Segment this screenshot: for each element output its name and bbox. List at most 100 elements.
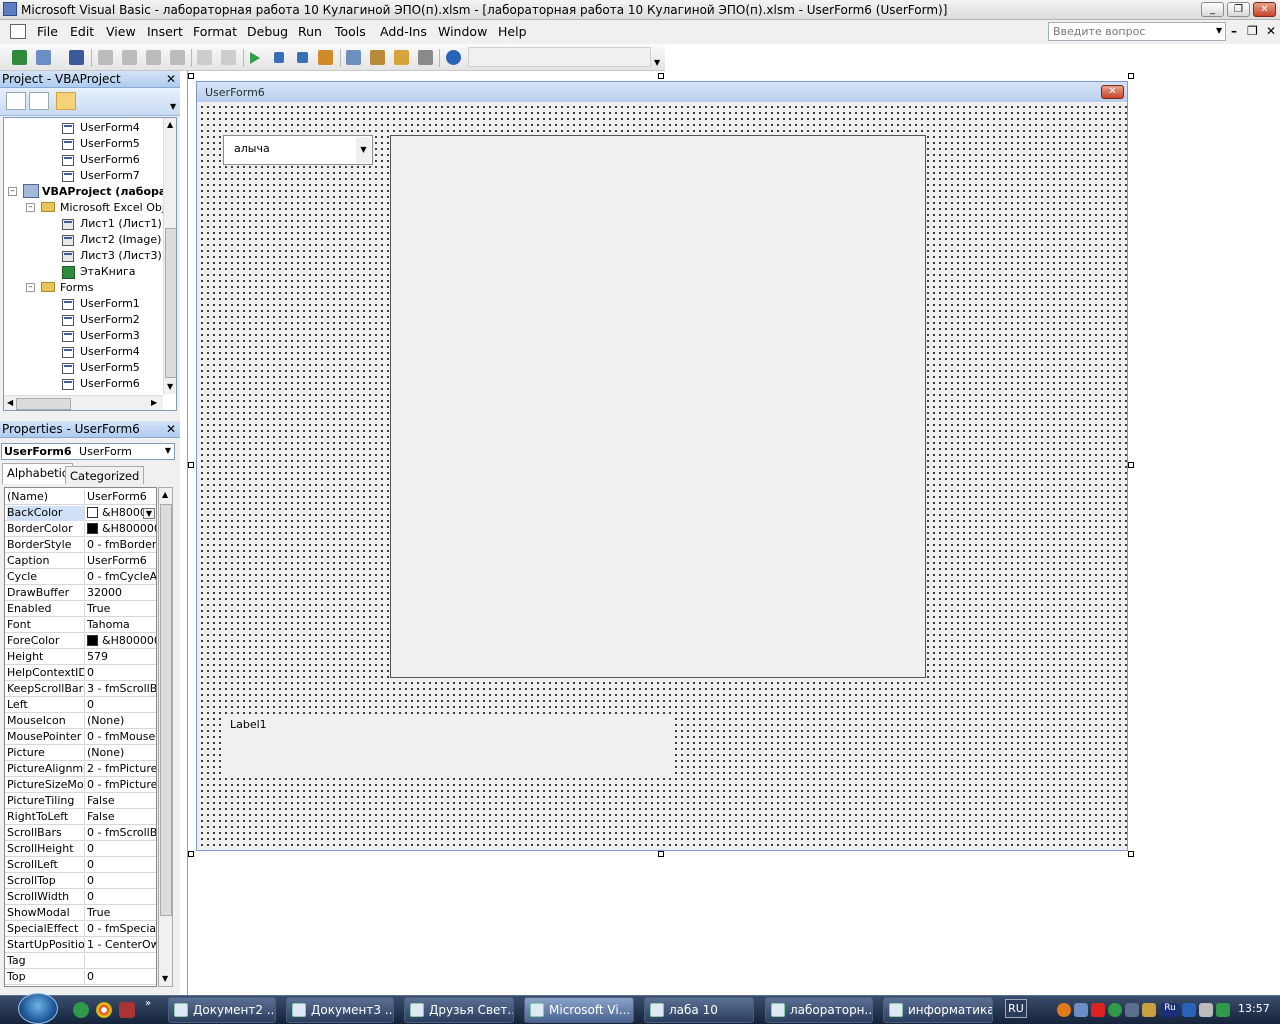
property-row[interactable]: ShowModal True xyxy=(5,905,156,921)
tray-icon[interactable] xyxy=(1074,1003,1088,1017)
taskbar-button[interactable]: Microsoft Vi... xyxy=(524,997,634,1023)
menu-debug[interactable]: Debug xyxy=(247,24,288,39)
property-row[interactable]: SpecialEffect0 - fmSpecialEf xyxy=(5,921,156,937)
property-value[interactable]: 0 xyxy=(87,858,156,873)
redo-icon[interactable] xyxy=(221,50,236,65)
toolbar-options-icon[interactable]: ▼ xyxy=(654,58,660,67)
property-row[interactable]: Tag xyxy=(5,953,156,969)
property-value[interactable]: 0 xyxy=(87,874,156,889)
start-button[interactable] xyxy=(18,993,58,1024)
property-value[interactable]: 0 - fmBorderSt xyxy=(87,538,156,553)
tree-item[interactable]: Лист2 (Image) xyxy=(80,232,161,248)
taskbar-button[interactable]: информатика xyxy=(883,997,993,1023)
combobox[interactable]: алыча ▼ xyxy=(223,135,373,165)
tree-item-folder[interactable]: Microsoft Excel Objec xyxy=(60,200,176,216)
property-row[interactable]: Height 579 xyxy=(5,649,156,665)
excel-view-icon[interactable] xyxy=(10,24,26,39)
project-panel-close-icon[interactable]: ✕ xyxy=(164,72,178,86)
property-value[interactable]: True xyxy=(87,906,156,921)
tree-horizontal-scrollbar[interactable]: ◀ ▶ xyxy=(4,395,163,410)
property-row[interactable]: BorderColor&H8000001 xyxy=(5,521,156,537)
close-button[interactable]: ✕ xyxy=(1253,2,1276,17)
property-value[interactable] xyxy=(87,954,156,969)
property-value[interactable]: 579 xyxy=(87,650,156,665)
property-value[interactable]: UserForm6 xyxy=(87,490,156,505)
scroll-right-icon[interactable]: ▶ xyxy=(151,398,157,407)
property-value[interactable]: 0 - fmPictureSi xyxy=(87,778,156,793)
tree-hscroll-thumb[interactable] xyxy=(16,398,71,410)
menu-help[interactable]: Help xyxy=(498,24,527,39)
property-value[interactable]: Tahoma xyxy=(87,618,156,633)
property-row[interactable]: (Name) UserForm6 xyxy=(5,489,156,505)
property-row[interactable]: Top 0 xyxy=(5,969,156,985)
save-icon[interactable] xyxy=(69,50,84,65)
tree-item[interactable]: UserForm5 xyxy=(80,136,140,152)
property-dropdown-icon[interactable]: ▼ xyxy=(142,508,155,519)
ask-dropdown-icon[interactable]: ▼ xyxy=(1216,26,1222,35)
mdi-minimize-icon[interactable]: – xyxy=(1231,24,1237,38)
taskbar-button[interactable]: Документ2 ... xyxy=(168,997,276,1023)
property-row[interactable]: Enabled True xyxy=(5,601,156,617)
property-value[interactable]: (None) xyxy=(87,746,156,761)
resize-handle-right[interactable] xyxy=(1128,462,1134,468)
object-select[interactable]: UserForm6 UserForm ▼ xyxy=(1,443,175,460)
tray-icon[interactable] xyxy=(1216,1003,1230,1017)
tray-icon[interactable] xyxy=(1182,1003,1196,1017)
property-row[interactable]: Caption UserForm6 xyxy=(5,553,156,569)
property-value[interactable]: 0 xyxy=(87,890,156,905)
tree-item[interactable]: Лист3 (Лист3) xyxy=(80,248,162,264)
image-control[interactable] xyxy=(390,135,926,678)
resize-handle-left[interactable] xyxy=(188,462,194,468)
tray-icon[interactable] xyxy=(1108,1003,1122,1017)
property-value[interactable]: 0 - fmMousePc xyxy=(87,730,156,745)
property-value[interactable]: 0 xyxy=(87,970,156,985)
tray-icon[interactable] xyxy=(1142,1003,1156,1017)
tree-item[interactable]: UserForm5 xyxy=(80,360,140,376)
property-row[interactable]: ScrollBars0 - fmScrollBar xyxy=(5,825,156,841)
cut-icon[interactable] xyxy=(98,50,113,65)
property-row[interactable]: DrawBuffer 32000 xyxy=(5,585,156,601)
design-mode-icon[interactable] xyxy=(318,50,333,65)
property-value[interactable]: 3 - fmScrollBar xyxy=(87,682,156,697)
tree-item[interactable]: UserForm6 xyxy=(80,376,140,392)
volume-icon[interactable] xyxy=(1199,1003,1213,1017)
property-value[interactable]: False xyxy=(87,810,156,825)
language-indicator[interactable]: RU xyxy=(1005,999,1027,1018)
resize-handle-top[interactable] xyxy=(658,73,664,79)
property-row[interactable]: BorderStyle0 - fmBorderSt xyxy=(5,537,156,553)
property-row[interactable]: PictureTiling False xyxy=(5,793,156,809)
menu-insert[interactable]: Insert xyxy=(147,24,183,39)
break-icon[interactable] xyxy=(274,52,284,63)
scroll-down-icon[interactable]: ▼ xyxy=(167,382,173,391)
tree-item-project[interactable]: VBAProject (лаборат xyxy=(42,184,173,200)
property-row[interactable]: KeepScrollBarsV3 - fmScrollBar xyxy=(5,681,156,697)
scroll-down-icon[interactable]: ▼ xyxy=(162,974,168,983)
property-value[interactable]: 0 - fmScrollBar xyxy=(87,826,156,841)
tab-alphabetic[interactable]: Alphabetic xyxy=(2,463,74,484)
userform-designer[interactable]: UserForm6 ✕ алыча ▼ Label1 xyxy=(196,81,1128,851)
scroll-left-icon[interactable]: ◀ xyxy=(7,398,13,407)
copy-icon[interactable] xyxy=(122,50,137,65)
properties-window-icon[interactable] xyxy=(370,50,385,65)
property-value[interactable]: &H8000001 xyxy=(87,634,156,649)
userform-close-icon[interactable]: ✕ xyxy=(1101,85,1124,99)
label-control[interactable]: Label1 xyxy=(224,715,674,775)
property-value[interactable]: True xyxy=(87,602,156,617)
toggle-folders-icon[interactable] xyxy=(56,92,76,110)
property-row[interactable]: ScrollLeft 0 xyxy=(5,857,156,873)
quicklaunch-icon[interactable] xyxy=(73,1002,89,1018)
tree-item[interactable]: UserForm4 xyxy=(80,344,140,360)
insert-userform-icon[interactable] xyxy=(36,50,51,65)
project-explorer-icon[interactable] xyxy=(346,50,361,65)
tray-icon[interactable] xyxy=(1091,1003,1105,1017)
taskbar-button[interactable]: лаба 10 xyxy=(644,997,754,1023)
tree-item[interactable]: Лист1 (Лист1) xyxy=(80,216,162,232)
tree-scroll-thumb[interactable] xyxy=(165,228,176,378)
taskbar-button[interactable]: лабораторн... xyxy=(765,997,873,1023)
run-icon[interactable] xyxy=(250,52,260,64)
menu-edit[interactable]: Edit xyxy=(70,24,94,39)
find-icon[interactable] xyxy=(170,50,185,65)
property-value[interactable]: &H8000001 xyxy=(87,522,156,537)
collapse-icon[interactable]: – xyxy=(8,187,17,196)
property-row[interactable]: Picture (None) xyxy=(5,745,156,761)
